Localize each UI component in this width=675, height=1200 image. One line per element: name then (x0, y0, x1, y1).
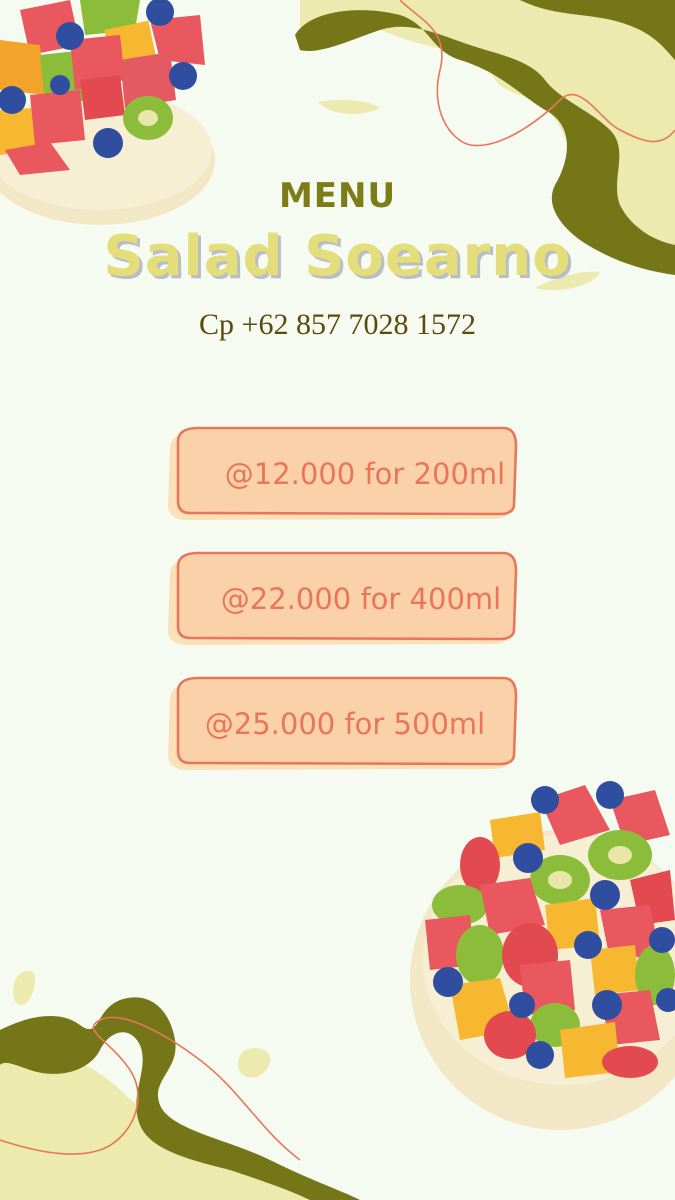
contact-phone: Cp +62 857 7028 1572 (199, 308, 476, 341)
menu-heading: MENU (278, 176, 397, 216)
price-item: @22.000 for 400ml (220, 582, 502, 616)
price-item: @25.000 for 500ml (204, 707, 486, 741)
shop-title: Salad Soearno (103, 224, 572, 289)
price-item: @12.000 for 200ml (224, 457, 506, 491)
